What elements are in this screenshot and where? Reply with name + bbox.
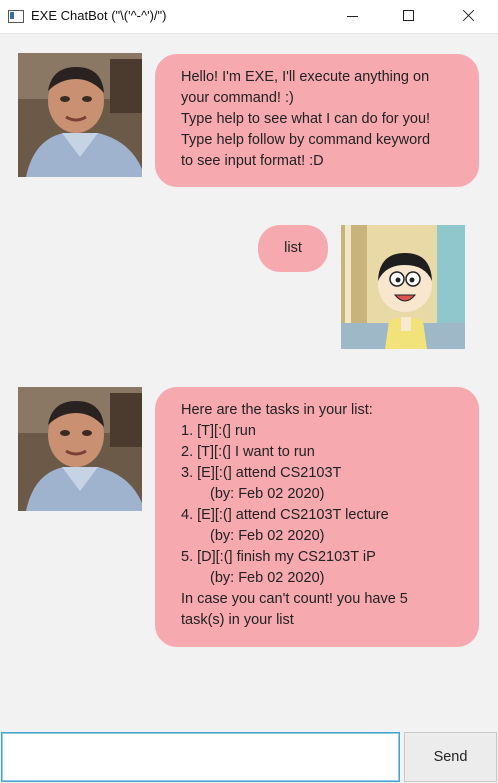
minimize-icon[interactable] <box>329 0 375 32</box>
task-date: (by: Feb 02 2020) <box>210 528 325 544</box>
task-item: 3. [E][:(] attend CS2103T <box>181 465 342 481</box>
message-line: Type help follow by command keyword <box>181 132 431 148</box>
message-line: to see input format! :D <box>181 153 324 169</box>
user-message-bubble: list <box>258 225 328 272</box>
bot-message-bubble: Here are the tasks in your list: 1. [T][… <box>155 387 479 647</box>
message-line: In case you can't count! you have 5 <box>181 591 408 607</box>
task-item: 5. [D][:(] finish my CS2103T iP <box>181 549 376 565</box>
send-button[interactable]: Send <box>404 732 497 782</box>
app-window-icon <box>8 10 24 23</box>
bot-avatar <box>18 387 142 511</box>
task-item: 2. [T][:(] I want to run <box>181 444 315 460</box>
message-line: Type help to see what I can do for you! <box>181 111 431 127</box>
maximize-icon[interactable] <box>385 0 431 32</box>
bot-avatar <box>18 53 142 177</box>
message-line: list <box>284 240 302 256</box>
input-bar: Send <box>0 731 498 783</box>
user-avatar <box>341 225 465 349</box>
task-item: 4. [E][:(] attend CS2103T lecture <box>181 507 389 523</box>
task-date: (by: Feb 02 2020) <box>210 486 325 502</box>
message-line: Hello! I'm EXE, I'll execute anything on <box>181 69 430 85</box>
message-input[interactable] <box>1 732 400 782</box>
close-icon[interactable] <box>444 0 490 32</box>
window-title: EXE ChatBot ("\('^-^')/") <box>31 8 167 23</box>
task-item: 1. [T][:(] run <box>181 423 256 439</box>
message-line: Here are the tasks in your list: <box>181 402 373 418</box>
chat-scroll-area[interactable]: Hello! I'm EXE, I'll execute anything on… <box>0 34 498 729</box>
bot-message-bubble: Hello! I'm EXE, I'll execute anything on… <box>155 54 479 187</box>
message-line: your command! :) <box>181 90 294 106</box>
title-bar: EXE ChatBot ("\('^-^')/") <box>0 0 498 34</box>
message-line: task(s) in your list <box>181 612 294 628</box>
task-date: (by: Feb 02 2020) <box>210 570 325 586</box>
